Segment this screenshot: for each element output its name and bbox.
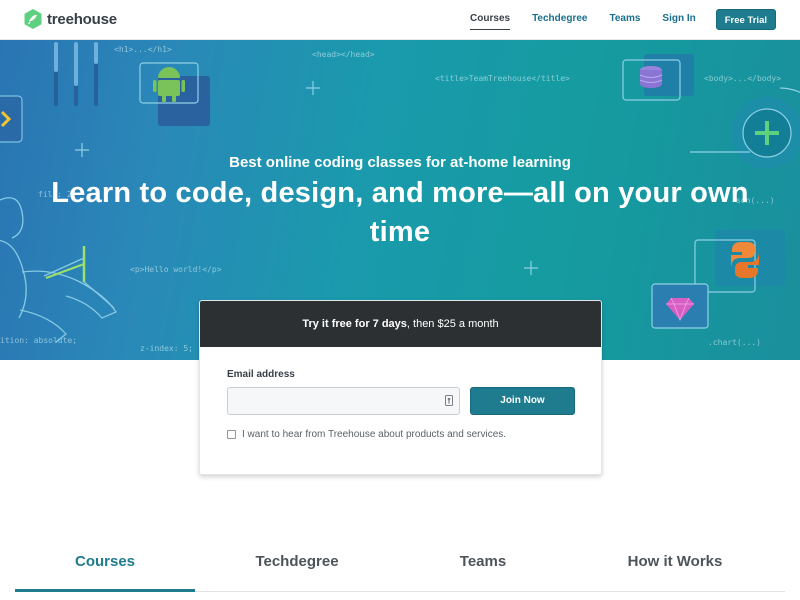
nav-links: Courses Techdegree Teams Sign In Free Tr… [448, 8, 776, 30]
code-snippet: <p>Hello world!</p> [130, 265, 222, 274]
email-field[interactable] [227, 387, 460, 415]
trial-offer-price: , then $25 a month [406, 318, 499, 330]
tab-teams[interactable]: Teams [399, 540, 567, 591]
chevron-right-icon [0, 95, 23, 143]
hero-title: Learn to code, design, and more—all on y… [51, 177, 749, 248]
password-manager-key-icon[interactable] [445, 395, 453, 406]
email-label: Email address [227, 369, 295, 380]
code-snippet: z-index: 5; [140, 344, 193, 353]
section-tabs: Courses Techdegree Teams How it Works [15, 540, 785, 592]
nav-link-sign-in[interactable]: Sign In [662, 8, 695, 30]
code-snippet: ition: absolute; [0, 336, 78, 345]
nav-link-teams[interactable]: Teams [609, 8, 640, 30]
logo[interactable]: treehouse [24, 8, 117, 30]
optin-label[interactable]: I want to hear from Treehouse about prod… [242, 429, 506, 440]
hero-subtitle: Best online coding classes for at-home l… [229, 154, 571, 171]
tab-courses[interactable]: Courses [15, 540, 195, 592]
android-icon [139, 62, 210, 126]
ruby-gem-icon [651, 283, 709, 329]
optin-checkbox[interactable] [227, 430, 236, 439]
top-navbar: treehouse Courses Techdegree Teams Sign … [0, 0, 800, 40]
database-icon [622, 54, 694, 101]
brand-name: treehouse [47, 10, 117, 28]
tab-techdegree[interactable]: Techdegree [195, 540, 399, 591]
progress-bars-graphic [54, 42, 98, 106]
signup-form: Email address Join Now I want to hear fr… [200, 347, 601, 474]
marketing-optin[interactable]: I want to hear from Treehouse about prod… [227, 429, 506, 440]
trial-offer-bold: Try it free for 7 days [302, 318, 407, 330]
join-now-button[interactable]: Join Now [470, 387, 575, 415]
nav-link-techdegree[interactable]: Techdegree [532, 8, 587, 30]
trial-offer-banner: Try it free for 7 days, then $25 a month [200, 301, 601, 347]
code-snippet: .chart(...) [708, 338, 761, 347]
code-snippet: <body>...</body> [704, 74, 782, 83]
code-snippet: <head></head> [312, 50, 375, 59]
nav-link-courses[interactable]: Courses [470, 8, 511, 30]
code-snippet: <title>TeamTreehouse</title> [435, 74, 570, 83]
signup-card: Try it free for 7 days, then $25 a month… [199, 300, 602, 475]
treehouse-leaf-icon [24, 9, 42, 29]
free-trial-button[interactable]: Free Trial [715, 8, 776, 30]
tab-how-it-works[interactable]: How it Works [567, 540, 783, 591]
code-snippet: <h1>...</h1> [114, 45, 172, 54]
